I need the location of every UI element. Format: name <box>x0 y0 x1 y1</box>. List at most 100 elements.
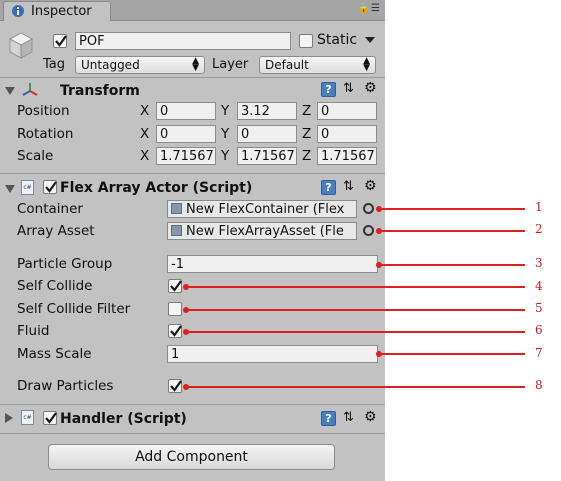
separator <box>0 173 385 174</box>
callout-line-4 <box>186 286 525 288</box>
help-book-icon[interactable]: ? <box>321 82 336 97</box>
check-icon <box>55 35 67 47</box>
rotation-x-field[interactable]: 0 <box>156 125 216 143</box>
callout-number-7: 7 <box>535 346 543 360</box>
transform-axes-icon <box>22 83 38 96</box>
layer-dropdown[interactable]: Default ▲ ▼ <box>259 56 376 74</box>
script-icon: c# <box>21 180 34 195</box>
gear-icon[interactable]: ⚙ <box>364 178 377 194</box>
self-collide-filter-label: Self Collide Filter <box>17 301 131 317</box>
preset-sliders-icon[interactable]: ⇅ <box>343 179 354 194</box>
inspector-panel: Inspector 🔒☰ POF Static Tag Untagged ▲ ▼ … <box>0 0 385 481</box>
layer-value: Default <box>265 58 309 72</box>
draw-particles-checkbox[interactable] <box>168 379 182 393</box>
axis-y-label[interactable]: Y <box>221 148 229 164</box>
mass-scale-field[interactable]: 1 <box>167 345 378 363</box>
self-collide-label: Self Collide <box>17 278 93 294</box>
tab-inspector-label: Inspector <box>31 4 92 19</box>
preset-sliders-icon[interactable]: ⇅ <box>343 410 354 425</box>
callout-number-5: 5 <box>535 301 543 315</box>
container-object-field[interactable]: New FlexContainer (Flex <box>167 200 357 218</box>
cube-icon <box>9 32 33 59</box>
position-y-field[interactable]: 3.12 <box>237 102 297 120</box>
flex-array-actor-title: Flex Array Actor (Script) <box>60 180 253 196</box>
foldout-open-icon[interactable] <box>5 87 15 95</box>
updown-icon: ▲ ▼ <box>363 56 370 73</box>
check-icon <box>45 181 57 193</box>
object-picker-icon[interactable] <box>363 225 374 236</box>
callout-number-3: 3 <box>535 256 543 270</box>
callout-line-7 <box>379 353 525 355</box>
gear-icon[interactable]: ⚙ <box>364 409 377 425</box>
help-book-icon[interactable]: ? <box>321 180 336 195</box>
rotation-z-field[interactable]: 0 <box>317 125 377 143</box>
position-z-field[interactable]: 0 <box>317 102 377 120</box>
script-icon: c# <box>21 410 34 425</box>
static-dropdown-icon[interactable] <box>365 37 375 43</box>
check-icon <box>170 280 182 292</box>
static-checkbox[interactable] <box>299 34 313 48</box>
axis-y-label[interactable]: Y <box>221 126 229 142</box>
axis-z-label[interactable]: Z <box>302 126 311 142</box>
callout-number-2: 2 <box>535 222 543 236</box>
flex-asset-icon <box>171 225 182 236</box>
fluid-label: Fluid <box>17 323 50 339</box>
object-picker-icon[interactable] <box>363 203 374 214</box>
axis-z-label[interactable]: Z <box>302 148 311 164</box>
axis-y-label[interactable]: Y <box>221 103 229 119</box>
check-icon <box>45 412 57 424</box>
position-x-field[interactable]: 0 <box>156 102 216 120</box>
callout-line-5 <box>186 309 525 311</box>
lock-menu-icon[interactable]: 🔒☰ <box>358 3 381 14</box>
preset-sliders-icon[interactable]: ⇅ <box>343 81 354 96</box>
flex-enabled-checkbox[interactable] <box>43 180 57 194</box>
foldout-open-icon[interactable] <box>5 185 15 193</box>
scale-x-field[interactable]: 1.71567 <box>156 147 216 165</box>
axis-x-label[interactable]: X <box>140 126 149 142</box>
tab-inspector[interactable]: Inspector <box>3 1 111 21</box>
callout-number-4: 4 <box>535 279 543 293</box>
particle-group-label: Particle Group <box>17 256 113 272</box>
separator <box>0 404 385 405</box>
active-checkbox[interactable] <box>53 34 67 48</box>
handler-title: Handler (Script) <box>60 411 187 427</box>
callout-line-1 <box>379 208 525 210</box>
particle-group-field[interactable]: -1 <box>167 255 378 273</box>
axis-x-label[interactable]: X <box>140 148 149 164</box>
tag-value: Untagged <box>81 58 140 72</box>
array-asset-label: Array Asset <box>17 223 95 239</box>
gear-icon[interactable]: ⚙ <box>364 80 377 96</box>
self-collide-checkbox[interactable] <box>168 279 182 293</box>
add-component-button[interactable]: Add Component <box>48 444 335 470</box>
updown-icon: ▲ ▼ <box>192 56 199 73</box>
container-value: New FlexContainer (Flex <box>186 202 345 217</box>
self-collide-filter-checkbox[interactable] <box>168 302 182 316</box>
scale-z-field[interactable]: 1.71567 <box>317 147 377 165</box>
scale-y-field[interactable]: 1.71567 <box>237 147 297 165</box>
axis-x-label[interactable]: X <box>140 103 149 119</box>
flex-array-actor-header[interactable]: c# Flex Array Actor (Script) ? ⇅ ⚙ <box>0 178 385 199</box>
transform-title: Transform <box>60 83 140 99</box>
tag-dropdown[interactable]: Untagged ▲ ▼ <box>75 56 205 74</box>
callout-number-8: 8 <box>535 378 543 392</box>
callout-line-8 <box>186 386 525 388</box>
help-book-icon[interactable]: ? <box>321 411 336 426</box>
axis-z-label[interactable]: Z <box>302 103 311 119</box>
foldout-closed-icon[interactable] <box>5 413 13 423</box>
fluid-checkbox[interactable] <box>168 324 182 338</box>
rotation-label: Rotation <box>17 126 74 142</box>
separator <box>0 433 385 434</box>
check-icon <box>170 380 182 392</box>
position-label: Position <box>17 103 70 119</box>
tab-bar: Inspector 🔒☰ <box>0 0 385 21</box>
transform-header[interactable]: Transform ? ⇅ ⚙ <box>0 80 385 101</box>
callout-number-6: 6 <box>535 323 543 337</box>
callout-number-1: 1 <box>535 200 543 214</box>
handler-enabled-checkbox[interactable] <box>43 411 57 425</box>
rotation-y-field[interactable]: 0 <box>237 125 297 143</box>
container-label: Container <box>17 201 83 217</box>
array-asset-object-field[interactable]: New FlexArrayAsset (Fle <box>167 222 357 240</box>
layer-label: Layer <box>212 57 249 72</box>
name-field[interactable]: POF <box>75 32 291 50</box>
handler-header[interactable]: c# Handler (Script) ? ⇅ ⚙ <box>0 409 385 429</box>
